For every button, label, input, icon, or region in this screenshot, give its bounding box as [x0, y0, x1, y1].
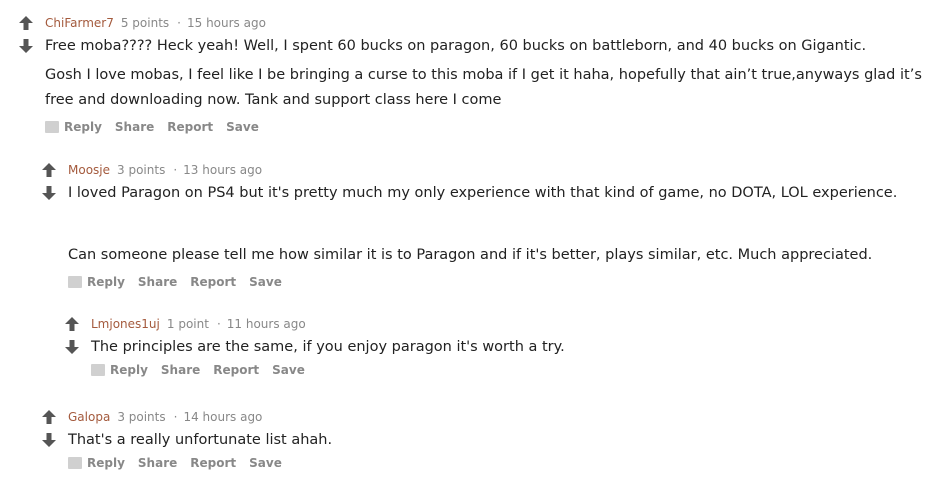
share-button[interactable]: Share	[138, 274, 177, 290]
reply-label: Reply	[64, 120, 102, 134]
report-button[interactable]: Report	[190, 274, 236, 290]
comment-thread: ChiFarmer7 5 points · 15 hours ago Free mob…	[0, 0, 951, 499]
comment-actions: Reply Share Report Save	[68, 274, 928, 290]
comment-lmjones1uj: Lmjones1uj 1 point · 11 hours ago The princ…	[62, 316, 939, 388]
comment-actions: Reply Share Report Save	[68, 455, 928, 471]
comment-author[interactable]: Lmjones1uj	[91, 317, 160, 331]
meta-separator: ·	[177, 16, 181, 30]
downvote-arrow-icon[interactable]	[64, 339, 80, 355]
comment-paragraph: Gosh I love mobas, I feel like I be brin…	[45, 67, 922, 108]
comment-meta: Lmjones1uj 1 point · 11 hours ago	[91, 316, 931, 332]
report-button[interactable]: Report	[167, 119, 213, 135]
save-button[interactable]: Save	[249, 455, 282, 471]
upvote-arrow-icon[interactable]	[41, 162, 57, 178]
comment-bubble-icon	[68, 276, 82, 288]
upvote-arrow-icon[interactable]	[64, 316, 80, 332]
share-button[interactable]: Share	[161, 362, 200, 378]
comment-paragraph: The principles are the same, if you enjo…	[91, 339, 565, 355]
meta-separator: ·	[216, 317, 221, 331]
comment-author[interactable]: Moosje	[68, 163, 110, 177]
comment-paragraph: Free moba???? Heck yeah! Well, I spent 6…	[45, 38, 867, 54]
reply-label: Reply	[87, 275, 125, 289]
comment-text: I loved Paragon on PS4 but it's pretty m…	[68, 181, 928, 268]
reply-button[interactable]: Reply	[68, 274, 125, 290]
comment-bubble-icon	[45, 121, 59, 133]
reply-label: Reply	[87, 456, 125, 470]
comment-text: Free moba???? Heck yeah! Well, I spent 6…	[45, 34, 925, 113]
upvote-arrow-icon[interactable]	[18, 15, 34, 31]
save-button[interactable]: Save	[226, 119, 259, 135]
comment-paragraph: Can someone please tell me how similar i…	[68, 247, 873, 263]
comment-time: 15 hours ago	[186, 16, 266, 30]
comment-text: That's a really unfortunate list ahah.	[68, 428, 928, 453]
comment-moosje: Moosje 3 points · 13 hours ago I loved Para…	[39, 162, 939, 292]
comment-actions: Reply Share Report Save	[91, 362, 931, 378]
comment-time: 14 hours ago	[183, 410, 263, 424]
reply-button[interactable]: Reply	[68, 455, 125, 471]
report-button[interactable]: Report	[190, 455, 236, 471]
comment-points: 3 points	[117, 410, 166, 424]
share-button[interactable]: Share	[115, 119, 154, 135]
comment-author[interactable]: Galopa	[68, 410, 110, 424]
comment-points: 3 points	[117, 163, 166, 177]
comment-galopa: Galopa 3 points · 14 hours ago That's a rea…	[39, 409, 939, 481]
reply-button[interactable]: Reply	[45, 119, 102, 135]
comment-bubble-icon	[91, 364, 105, 376]
save-button[interactable]: Save	[272, 362, 305, 378]
comment-bubble-icon	[68, 457, 82, 469]
reply-button[interactable]: Reply	[91, 362, 148, 378]
meta-separator: ·	[173, 163, 178, 177]
downvote-arrow-icon[interactable]	[18, 38, 34, 54]
share-button[interactable]: Share	[138, 455, 177, 471]
upvote-arrow-icon[interactable]	[41, 409, 57, 425]
save-button[interactable]: Save	[249, 274, 282, 290]
comment-points: 5 points	[120, 16, 170, 30]
comment-actions: Reply Share Report Save	[45, 119, 925, 135]
comment-paragraph: That's a really unfortunate list ahah.	[68, 432, 333, 448]
comment-text: The principles are the same, if you enjo…	[91, 335, 931, 360]
comment-points: 1 point	[166, 317, 209, 331]
meta-separator: ·	[173, 410, 178, 424]
reply-label: Reply	[110, 363, 148, 377]
comment-author[interactable]: ChiFarmer7	[45, 16, 114, 30]
comment-time: 11 hours ago	[226, 317, 306, 331]
comment-meta: Galopa 3 points · 14 hours ago	[68, 409, 928, 425]
comment-chifarmer7: ChiFarmer7 5 points · 15 hours ago Free mob…	[16, 15, 941, 140]
comment-time: 13 hours ago	[183, 163, 263, 177]
downvote-arrow-icon[interactable]	[41, 185, 57, 201]
comment-meta: Moosje 3 points · 13 hours ago	[68, 162, 928, 178]
comment-paragraph: I loved Paragon on PS4 but it's pretty m…	[68, 185, 898, 201]
downvote-arrow-icon[interactable]	[41, 432, 57, 448]
report-button[interactable]: Report	[213, 362, 259, 378]
comment-meta: ChiFarmer7 5 points · 15 hours ago	[45, 15, 925, 31]
